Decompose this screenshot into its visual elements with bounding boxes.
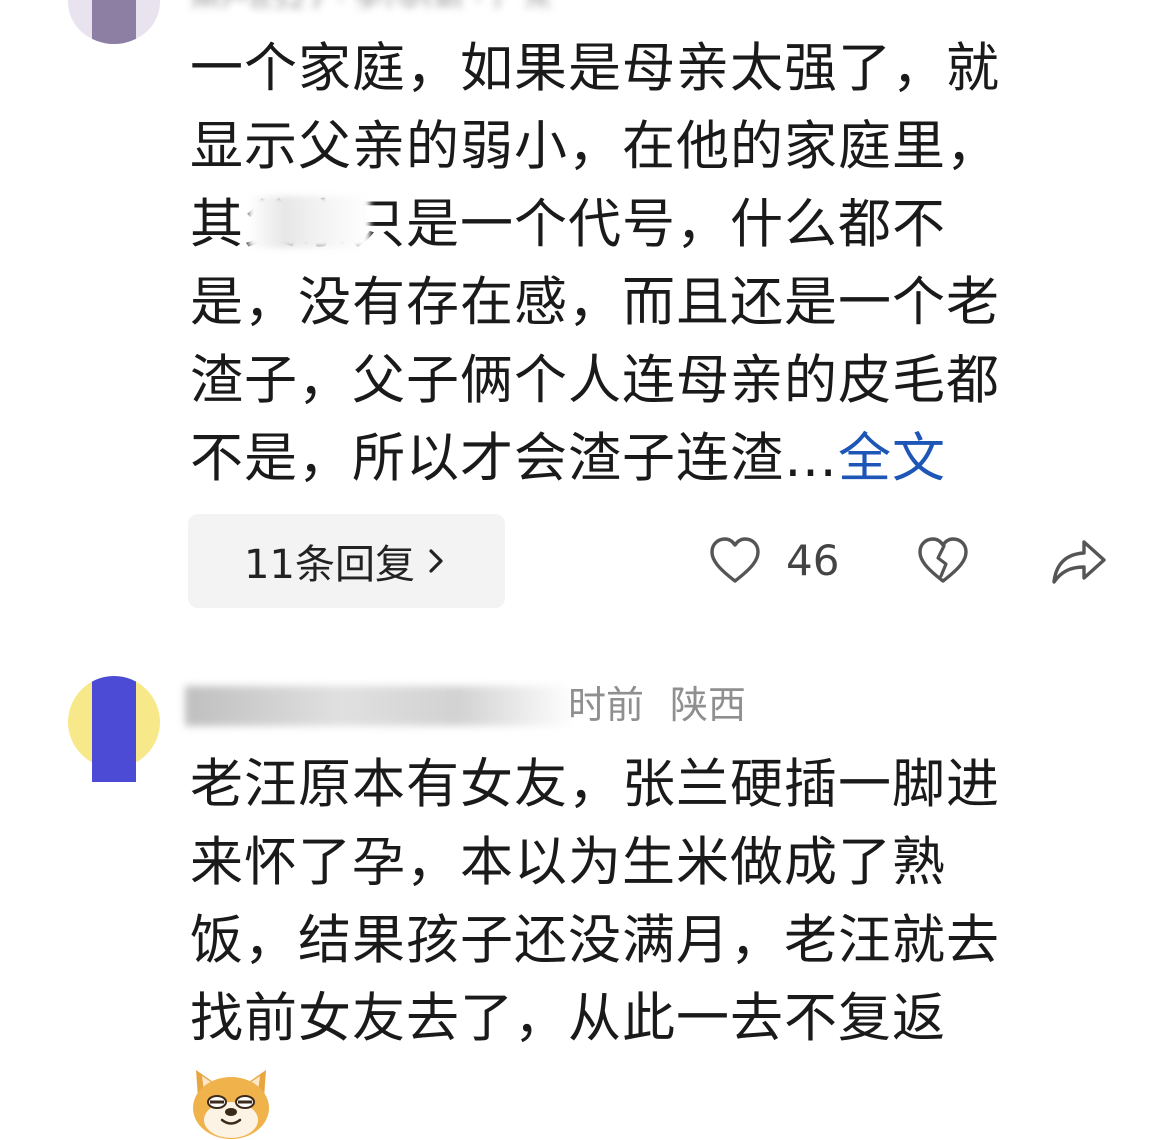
full-text-link[interactable]: 全文 <box>838 428 946 489</box>
broken-heart-icon[interactable] <box>916 534 970 588</box>
comment-meta-redacted: 用户8527 · 9小时前 · 广东 <box>190 0 840 8</box>
comment-body[interactable]: 老汪原本有女友，张兰硬插一脚进 来怀了孕，本以为生米做成了熟 饭，结果孩子还没满… <box>190 746 1110 1058</box>
share-arrow-icon[interactable] <box>1050 534 1108 588</box>
chevron-right-icon <box>429 549 443 573</box>
avatar-redaction <box>92 740 136 782</box>
comment-text: 一个家庭，如果是母亲太强了，就 显示父亲的弱小，在他的家庭里， 其父亲只是一个代… <box>190 38 1000 489</box>
replies-button[interactable]: 11条回复 <box>188 514 505 608</box>
comment-text: 老汪原本有女友，张兰硬插一脚进 来怀了孕，本以为生米做成了熟 饭，结果孩子还没满… <box>190 754 1000 1049</box>
replies-label: 11条回复 <box>244 542 415 588</box>
shiba-doge-emoji <box>193 1070 269 1139</box>
comment-meta: 时前 陕西 <box>568 680 746 730</box>
like-count: 46 <box>786 536 840 585</box>
comment-time: 时前 <box>568 683 645 727</box>
commenter-avatar[interactable] <box>68 0 160 44</box>
username-redaction <box>185 686 575 726</box>
text-redaction <box>248 196 370 248</box>
comment-body[interactable]: 一个家庭，如果是母亲太强了，就 显示父亲的弱小，在他的家庭里， 其父亲只是一个代… <box>190 30 1110 498</box>
heart-outline-icon[interactable] <box>708 534 762 588</box>
comment-region: 陕西 <box>670 683 747 727</box>
